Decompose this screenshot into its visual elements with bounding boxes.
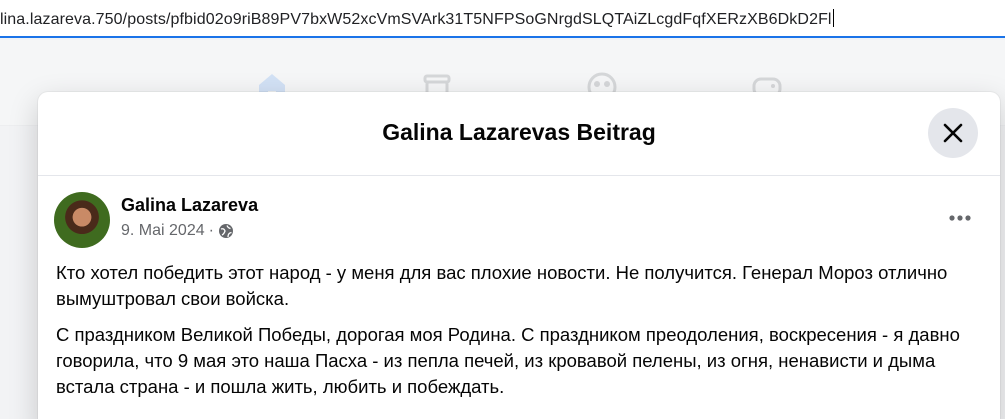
text-caret: [832, 9, 834, 27]
post-date[interactable]: 9. Mai 2024: [121, 222, 205, 240]
dialog-title: Galina Lazarevas Beitrag: [382, 119, 656, 145]
post-paragraph: Кто хотел победить этот народ - у меня д…: [56, 262, 948, 309]
author-name[interactable]: Galina Lazareva: [121, 195, 258, 216]
more-horizontal-icon: [949, 215, 971, 221]
dialog-header: Galina Lazarevas Beitrag: [38, 92, 1000, 176]
avatar[interactable]: [54, 192, 110, 248]
post-paragraph: С праздником Великой Победы, дорогая моя…: [56, 324, 960, 397]
post-body: Кто хотел победить этот народ - у меня д…: [56, 260, 986, 410]
post-dialog: Galina Lazarevas Beitrag Galina Lazareva…: [38, 92, 1000, 419]
close-icon: [943, 123, 963, 143]
more-options-button[interactable]: [942, 200, 978, 236]
globe-icon[interactable]: [218, 223, 234, 239]
address-bar[interactable]: lina.lazareva.750/posts/pfbid02o9riB89PV…: [0, 0, 1005, 38]
close-button[interactable]: [928, 108, 978, 158]
meta-separator: ·: [208, 222, 214, 239]
post-meta: 9. Mai 2024 ·: [121, 222, 234, 240]
url-text[interactable]: lina.lazareva.750/posts/pfbid02o9riB89PV…: [0, 9, 834, 29]
